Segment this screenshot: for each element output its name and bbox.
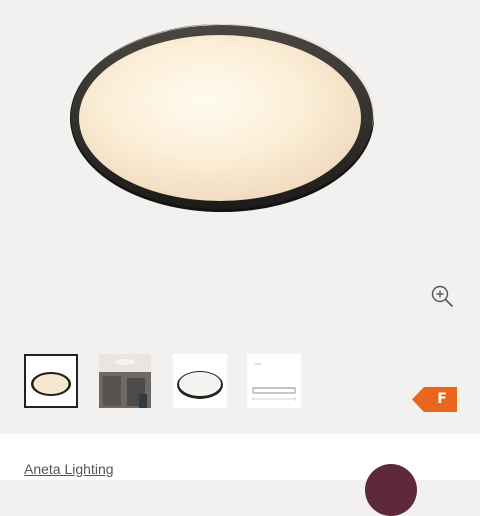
lamp-thumbnail-image bbox=[31, 372, 71, 396]
ceiling-lamp-image bbox=[70, 24, 374, 212]
dimension-drawing-thumbnail-image bbox=[252, 363, 296, 401]
zoom-in-icon bbox=[431, 285, 453, 307]
thumb-lamp-front[interactable] bbox=[24, 354, 78, 408]
brand-link[interactable]: Aneta Lighting bbox=[24, 461, 114, 477]
product-info-panel: Aneta Lighting bbox=[0, 434, 480, 516]
room-thumbnail-image bbox=[99, 354, 151, 408]
wishlist-button[interactable] bbox=[365, 464, 417, 516]
product-main-image[interactable] bbox=[0, 0, 480, 340]
lamp-white-thumbnail-image bbox=[177, 371, 223, 399]
thumb-dimension-drawing[interactable] bbox=[247, 354, 301, 408]
energy-class-value: F bbox=[437, 391, 447, 407]
thumbnail-strip bbox=[0, 352, 480, 414]
thumb-room-installed[interactable] bbox=[99, 354, 151, 408]
energy-class-badge[interactable]: F bbox=[412, 387, 457, 412]
thumb-lamp-white-background[interactable] bbox=[173, 354, 227, 408]
zoom-in-button[interactable] bbox=[428, 282, 456, 310]
